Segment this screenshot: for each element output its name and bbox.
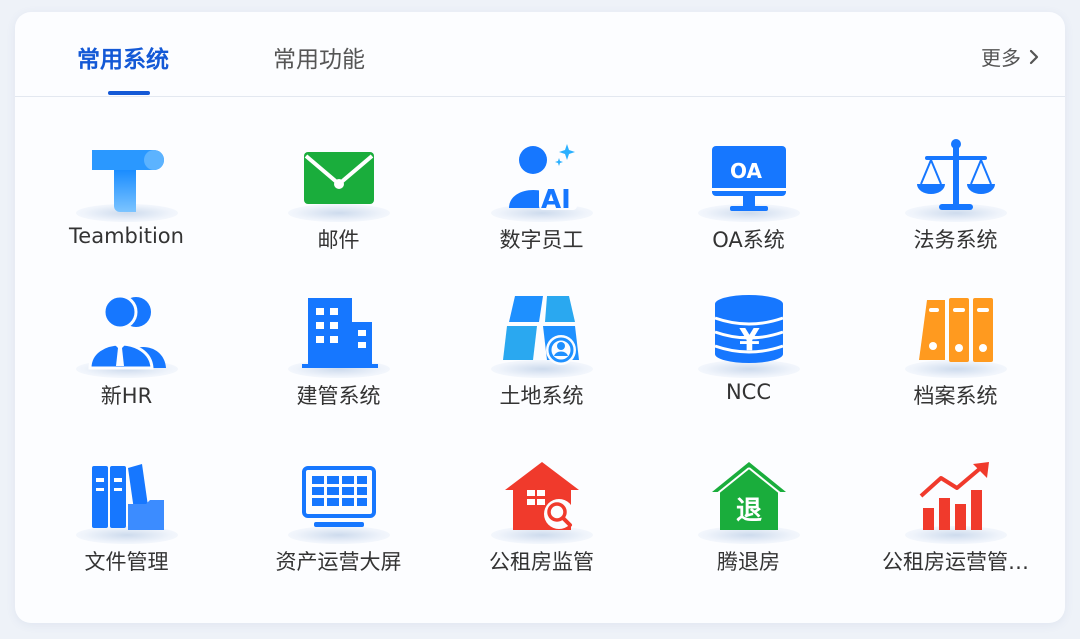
house-search-icon [505,462,579,530]
app-label: Teambition [69,224,184,248]
app-tile-mail[interactable]: 邮件 [235,96,442,252]
hr-people-icon [88,294,166,370]
app-tile-land[interactable]: 土地系统 [438,252,645,408]
app-tile-public-housing-operations[interactable]: 公租房运营管… [852,418,1059,574]
app-tile-legal[interactable]: 法务系统 [852,96,1059,252]
chevron-right-icon [1029,49,1039,64]
app-grid: Teambition 邮件 AI 数字员工 OA OA系统 法务系统 新HR 建… [15,96,1065,616]
app-label: 建管系统 [296,384,381,408]
app-tile-public-housing-supervision[interactable]: 公租房监管 [438,418,645,574]
tab-common-systems[interactable]: 常用系统 [77,40,169,74]
coins-icon: ¥ [714,295,784,363]
app-label: 法务系统 [913,228,998,252]
scales-icon [917,139,995,210]
mail-icon [304,152,374,204]
app-tile-digital-employee[interactable]: AI 数字员工 [438,96,645,252]
app-label: 腾退房 [717,550,780,574]
files-icon [92,464,164,530]
app-label: 公租房运营管… [882,550,1029,574]
app-label: 文件管理 [84,550,169,574]
app-label: NCC [725,380,772,404]
app-tile-oa[interactable]: OA OA系统 [645,96,852,252]
growth-chart-icon [919,462,989,530]
app-label: 资产运营大屏 [275,550,402,574]
binders-icon [919,298,993,362]
oa-monitor-icon: OA [712,146,786,211]
land-map-icon [503,296,579,365]
app-tile-vacate-housing[interactable]: 退 腾退房 [645,418,852,574]
app-label: OA系统 [712,228,785,252]
app-tile-ncc[interactable]: ¥ NCC [645,252,852,404]
ai-person-icon: AI [509,144,577,215]
app-tile-archives[interactable]: 档案系统 [852,252,1059,408]
more-label: 更多 [981,46,1021,70]
svg-text:AI: AI [541,185,571,215]
tab-bar: 常用系统 常用功能 更多 [15,12,1065,97]
teambition-icon [92,150,164,212]
app-tile-teambition[interactable]: Teambition [23,96,230,248]
more-link[interactable]: 更多 [981,42,1039,71]
house-vacate-icon: 退 [712,462,786,530]
app-label: 数字员工 [499,228,584,252]
active-tab-indicator [108,91,150,95]
app-label: 新HR [100,384,153,408]
app-tile-asset-dashboard[interactable]: 资产运营大屏 [235,418,442,574]
svg-text:¥: ¥ [739,323,760,358]
big-screen-icon [302,466,376,527]
tab-common-functions[interactable]: 常用功能 [273,40,365,74]
app-label: 公租房监管 [489,550,594,574]
app-tile-file-management[interactable]: 文件管理 [23,418,230,574]
svg-text:OA: OA [730,159,762,183]
vacate-glyph: 退 [736,496,762,526]
app-label: 档案系统 [913,384,998,408]
app-tile-new-hr[interactable]: 新HR [23,252,230,408]
app-label: 邮件 [317,228,360,252]
app-tile-construction[interactable]: 建管系统 [235,252,442,408]
app-label: 土地系统 [499,384,584,408]
systems-card: 常用系统 常用功能 更多 Teambition 邮件 AI 数字员工 OA OA… [15,12,1065,623]
building-icon [302,298,378,368]
